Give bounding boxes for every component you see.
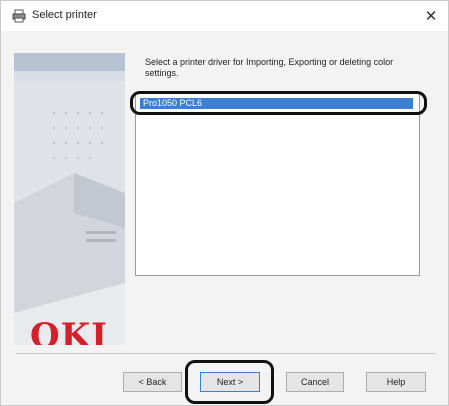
printer-illustration bbox=[14, 53, 125, 345]
footer-separator bbox=[16, 353, 436, 354]
window-title: Select printer bbox=[32, 9, 97, 21]
title-bar: Select printer ✕ bbox=[1, 1, 448, 31]
oki-logo: OKI bbox=[30, 316, 109, 345]
select-printer-dialog: Select printer ✕ OKI Select a printer dr… bbox=[0, 0, 449, 406]
back-button[interactable]: < Back bbox=[123, 372, 182, 392]
help-button[interactable]: Help bbox=[366, 372, 426, 392]
printer-icon bbox=[12, 9, 26, 23]
next-button[interactable]: Next > bbox=[200, 372, 260, 392]
printer-list-item[interactable]: Pro1050 PCL6 bbox=[140, 98, 413, 109]
close-icon: ✕ bbox=[424, 8, 438, 25]
brand-banner: OKI bbox=[14, 53, 125, 345]
instruction-text: Select a printer driver for Importing, E… bbox=[145, 57, 394, 78]
cancel-button[interactable]: Cancel bbox=[286, 372, 344, 392]
printer-driver-list[interactable]: Pro1050 PCL6 bbox=[135, 92, 420, 276]
close-button[interactable]: ✕ bbox=[420, 5, 442, 27]
